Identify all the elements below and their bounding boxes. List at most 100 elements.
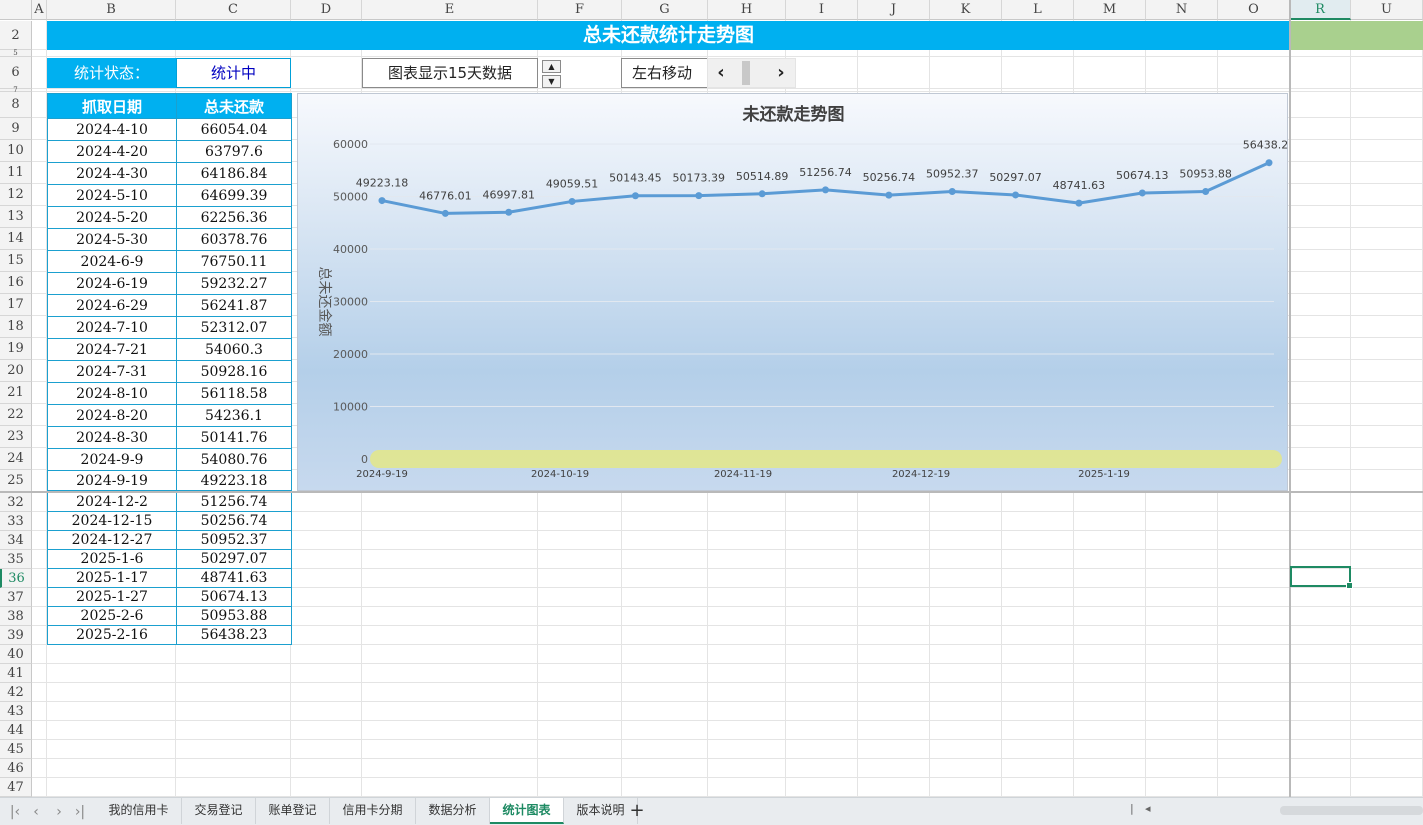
scroll-divider-icon[interactable]: | (1130, 802, 1134, 815)
row-header[interactable]: 39 (0, 626, 32, 645)
cell-date[interactable]: 2024-7-21 (47, 338, 177, 361)
active-cell-cursor[interactable] (1290, 566, 1353, 589)
cell-amount[interactable]: 50674.13 (176, 587, 292, 607)
cell-amount[interactable]: 49223.18 (176, 470, 292, 491)
row-header[interactable]: 12 (0, 184, 32, 206)
days-display-box[interactable]: 图表显示15天数据 (362, 58, 538, 88)
column-header[interactable]: B (47, 0, 176, 20)
cell-date[interactable]: 2024-6-9 (47, 250, 177, 273)
cell-date[interactable]: 2024-4-10 (47, 118, 177, 141)
select-all-corner[interactable] (0, 0, 32, 20)
spin-down-button[interactable]: ▼ (542, 75, 561, 88)
cell-date[interactable]: 2024-8-10 (47, 382, 177, 405)
row-header[interactable]: 20 (0, 360, 32, 382)
cell-date[interactable]: 2025-2-6 (47, 606, 177, 626)
cell-date[interactable]: 2025-1-6 (47, 549, 177, 569)
cell-amount[interactable]: 50141.76 (176, 426, 292, 449)
cell-amount[interactable]: 63797.6 (176, 140, 292, 163)
row-header[interactable]: 44 (0, 721, 32, 740)
column-header[interactable]: U (1351, 0, 1423, 20)
column-header[interactable]: N (1146, 0, 1218, 20)
cell-amount[interactable]: 59232.27 (176, 272, 292, 295)
row-header[interactable]: 40 (0, 645, 32, 664)
cell-amount[interactable]: 56241.87 (176, 294, 292, 317)
spin-up-button[interactable]: ▲ (542, 60, 561, 73)
first-sheet-icon[interactable]: |‹ (6, 802, 24, 822)
column-header[interactable]: M (1074, 0, 1146, 20)
cell-date[interactable]: 2025-1-17 (47, 568, 177, 588)
row-header[interactable]: 32 (0, 493, 32, 512)
cell-amount[interactable]: 52312.07 (176, 316, 292, 339)
cell-amount[interactable]: 64699.39 (176, 184, 292, 207)
trend-chart[interactable]: 未还款走势图 0 10000 20000 30000 40000 50000 60000 总未还… (297, 93, 1289, 491)
cell-amount[interactable]: 50297.07 (176, 549, 292, 569)
row-header[interactable]: 11 (0, 162, 32, 184)
sheet-tab[interactable]: 账单登记 (256, 798, 330, 824)
row-header[interactable]: 18 (0, 316, 32, 338)
cell-date[interactable]: 2024-6-19 (47, 272, 177, 295)
column-header[interactable]: I (786, 0, 858, 20)
row-header[interactable]: 45 (0, 740, 32, 759)
row-header[interactable]: 2 (0, 21, 32, 50)
column-header[interactable]: E (362, 0, 538, 20)
row-header[interactable]: 24 (0, 448, 32, 470)
cell-date[interactable]: 2024-5-10 (47, 184, 177, 207)
row-header[interactable]: 21 (0, 382, 32, 404)
row-header[interactable]: 10 (0, 140, 32, 162)
row-header[interactable]: 37 (0, 588, 32, 607)
last-sheet-icon[interactable]: ›| (71, 802, 89, 822)
row-header[interactable]: 8 (0, 92, 32, 118)
row-header[interactable]: 46 (0, 759, 32, 778)
row-header[interactable]: 5 (0, 50, 32, 57)
cell-amount[interactable]: 50256.74 (176, 511, 292, 531)
row-header[interactable]: 19 (0, 338, 32, 360)
row-header[interactable]: 36 (0, 569, 32, 588)
cell-date[interactable]: 2024-9-9 (47, 448, 177, 471)
column-header[interactable]: D (291, 0, 362, 20)
cell-amount[interactable]: 62256.36 (176, 206, 292, 229)
cell-date[interactable]: 2024-7-31 (47, 360, 177, 383)
prev-sheet-icon[interactable]: ‹ (27, 802, 45, 822)
sheet-tab[interactable]: 统计图表 (490, 798, 564, 824)
row-header[interactable]: 22 (0, 404, 32, 426)
cell-amount[interactable]: 56438.23 (176, 625, 292, 645)
add-sheet-button[interactable]: + (626, 798, 648, 824)
column-header[interactable]: H (708, 0, 786, 20)
row-header[interactable]: 13 (0, 206, 32, 228)
row-header[interactable]: 33 (0, 512, 32, 531)
sheet-tab[interactable]: 交易登记 (182, 798, 256, 824)
row-header[interactable]: 35 (0, 550, 32, 569)
cell-date[interactable]: 2024-4-30 (47, 162, 177, 185)
sheet-tab[interactable]: 信用卡分期 (330, 798, 416, 824)
cell-amount[interactable]: 48741.63 (176, 568, 292, 588)
cell-date[interactable]: 2024-8-20 (47, 404, 177, 427)
row-header[interactable]: 41 (0, 664, 32, 683)
cell-amount[interactable]: 76750.11 (176, 250, 292, 273)
row-header[interactable]: 14 (0, 228, 32, 250)
cell-date[interactable]: 2024-12-2 (47, 492, 177, 512)
next-sheet-icon[interactable]: › (50, 802, 68, 822)
cell-date[interactable]: 2024-9-19 (47, 470, 177, 491)
cell-amount[interactable]: 54080.76 (176, 448, 292, 471)
cell-amount[interactable]: 60378.76 (176, 228, 292, 251)
cell-date[interactable]: 2024-5-20 (47, 206, 177, 229)
row-header[interactable]: 34 (0, 531, 32, 550)
column-header[interactable]: F (538, 0, 622, 20)
cell-amount[interactable]: 50953.88 (176, 606, 292, 626)
cell-date[interactable]: 2024-6-29 (47, 294, 177, 317)
cell-date[interactable]: 2024-12-27 (47, 530, 177, 550)
scroll-right-icon[interactable]: › (768, 59, 794, 87)
cell-date[interactable]: 2024-12-15 (47, 511, 177, 531)
row-header[interactable]: 15 (0, 250, 32, 272)
cell-amount[interactable]: 50928.16 (176, 360, 292, 383)
scroll-left-small-icon[interactable]: ◂ (1145, 802, 1151, 815)
row-header[interactable]: 25 (0, 470, 32, 492)
cell-amount[interactable]: 54236.1 (176, 404, 292, 427)
cell-date[interactable]: 2025-2-16 (47, 625, 177, 645)
row-header[interactable]: 43 (0, 702, 32, 721)
cell-amount[interactable]: 51256.74 (176, 492, 292, 512)
cell-amount[interactable]: 50952.37 (176, 530, 292, 550)
horizontal-scroll-control[interactable]: ‹ › (707, 58, 796, 88)
scroll-thumb[interactable] (742, 61, 750, 85)
row-header[interactable]: 6 (0, 57, 32, 89)
